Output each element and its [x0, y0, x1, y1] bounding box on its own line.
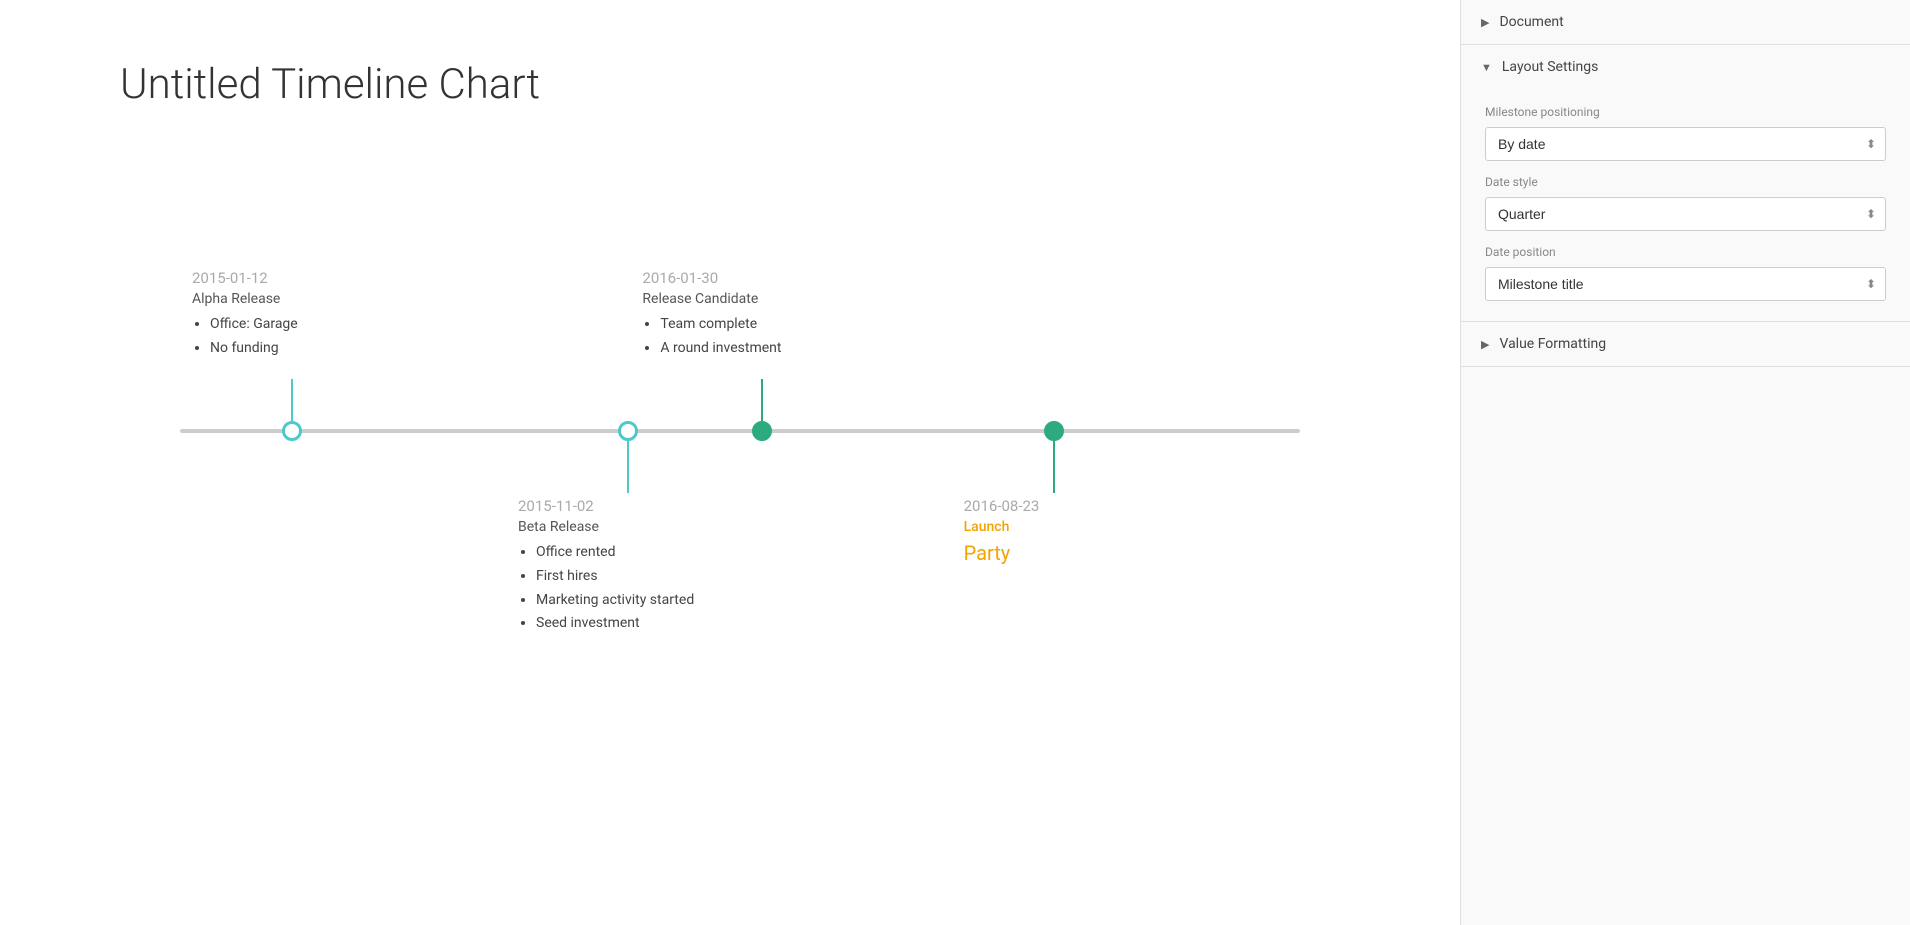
- milestone-beta-date: 2015-11-02: [518, 497, 738, 515]
- milestone-positioning-label: Milestone positioning: [1485, 105, 1886, 119]
- chart-title: Untitled Timeline Chart: [120, 60, 1400, 109]
- connector-beta: [627, 433, 629, 493]
- document-section: ▶ Document: [1461, 0, 1910, 45]
- milestone-rc-label: 2016-01-30 Release Candidate Team comple…: [642, 269, 882, 361]
- value-formatting-section: ▶ Value Formatting: [1461, 322, 1910, 367]
- date-position-label: Date position: [1485, 245, 1886, 259]
- list-item: No funding: [210, 337, 392, 361]
- milestone-alpha-date: 2015-01-12: [192, 269, 392, 287]
- sidebar: ▶ Document ▼ Layout Settings Milestone p…: [1460, 0, 1910, 925]
- layout-settings-content: Milestone positioning By date Evenly spa…: [1461, 89, 1910, 321]
- milestone-alpha-items: Office: Garage No funding: [192, 313, 392, 361]
- chevron-right-value-icon: ▶: [1481, 338, 1489, 351]
- value-formatting-header[interactable]: ▶ Value Formatting: [1461, 322, 1910, 366]
- connector-launch: [1053, 433, 1055, 493]
- milestone-rc-name: Release Candidate: [642, 291, 882, 307]
- value-formatting-label: Value Formatting: [1499, 336, 1606, 352]
- list-item: Office: Garage: [210, 313, 392, 337]
- milestone-beta-items: Office rented First hires Marketing acti…: [518, 541, 738, 636]
- milestone-beta-name: Beta Release: [518, 519, 738, 535]
- milestone-launch-subname: Party: [964, 541, 1144, 565]
- list-item: First hires: [536, 565, 738, 589]
- list-item: Marketing activity started: [536, 589, 738, 613]
- document-section-header[interactable]: ▶ Document: [1461, 0, 1910, 44]
- timeline-line: [180, 429, 1300, 433]
- milestone-rc-date: 2016-01-30: [642, 269, 882, 287]
- date-style-label: Date style: [1485, 175, 1886, 189]
- milestone-rc-items: Team complete A round investment: [642, 313, 882, 361]
- chevron-down-icon: ▼: [1481, 61, 1492, 74]
- dot-rc: [752, 421, 772, 441]
- main-canvas: Untitled Timeline Chart 2015-01-12 Alpha…: [0, 0, 1460, 925]
- date-position-wrapper: Milestone title Above dot Below dot ⬍: [1485, 267, 1886, 301]
- list-item: Team complete: [660, 313, 882, 337]
- milestone-launch-name: Launch: [964, 519, 1144, 535]
- list-item: Seed investment: [536, 612, 738, 636]
- dot-launch: [1044, 421, 1064, 441]
- milestone-positioning-select[interactable]: By date Evenly spaced: [1485, 127, 1886, 161]
- chevron-right-icon: ▶: [1481, 16, 1489, 29]
- milestone-positioning-wrapper: By date Evenly spaced ⬍: [1485, 127, 1886, 161]
- dot-beta: [618, 421, 638, 441]
- layout-settings-header[interactable]: ▼ Layout Settings: [1461, 45, 1910, 89]
- document-section-label: Document: [1499, 14, 1563, 30]
- milestone-launch-date: 2016-08-23: [964, 497, 1144, 515]
- layout-settings-label: Layout Settings: [1502, 59, 1598, 75]
- date-style-wrapper: Quarter Month Year Full date ⬍: [1485, 197, 1886, 231]
- dot-alpha: [282, 421, 302, 441]
- milestone-beta-label: 2015-11-02 Beta Release Office rented Fi…: [518, 497, 738, 636]
- milestone-alpha-label: 2015-01-12 Alpha Release Office: Garage …: [192, 269, 392, 361]
- milestone-launch-label: 2016-08-23 Launch Party: [964, 497, 1144, 571]
- list-item: Office rented: [536, 541, 738, 565]
- milestone-alpha-name: Alpha Release: [192, 291, 392, 307]
- list-item: A round investment: [660, 337, 882, 361]
- date-style-select[interactable]: Quarter Month Year Full date: [1485, 197, 1886, 231]
- date-position-select[interactable]: Milestone title Above dot Below dot: [1485, 267, 1886, 301]
- layout-settings-section: ▼ Layout Settings Milestone positioning …: [1461, 45, 1910, 322]
